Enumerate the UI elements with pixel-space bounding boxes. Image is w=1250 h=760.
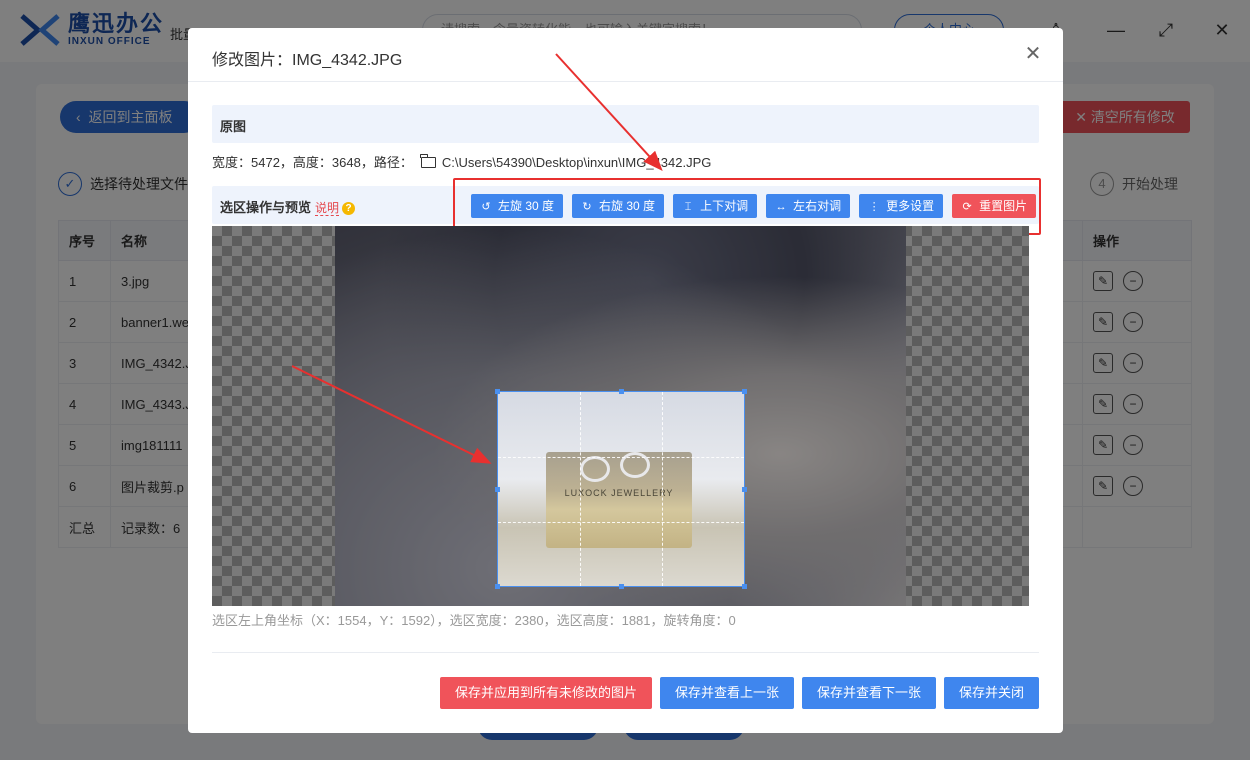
- section-label: 选区操作与预览 说明?: [220, 197, 356, 216]
- save-close-button[interactable]: 保存并关闭: [943, 677, 1039, 709]
- image-path: C:\Users\54390\Desktop\inxun\IMG_4342.JP…: [441, 155, 712, 170]
- divider: [188, 81, 1063, 82]
- resize-handle[interactable]: [619, 584, 624, 589]
- crop-content-image: LUXOCK JEWELLERY: [546, 452, 692, 548]
- explain-link[interactable]: 说明: [315, 201, 340, 216]
- save-prev-button[interactable]: 保存并查看上一张: [659, 677, 794, 709]
- crop-selection-box[interactable]: LUXOCK JEWELLERY: [495, 389, 747, 589]
- section-label: 原图: [220, 119, 247, 134]
- resize-handle[interactable]: [619, 389, 624, 394]
- resize-handle[interactable]: [495, 487, 500, 492]
- resize-handle[interactable]: [742, 487, 747, 492]
- dialog-title: 修改图片：IMG_4342.JPG: [212, 52, 403, 69]
- resize-handle[interactable]: [495, 584, 500, 589]
- original-section-header: 原图: [212, 105, 1039, 143]
- resize-handle[interactable]: [742, 389, 747, 394]
- image-dimensions: 宽度：5472，高度：3648，路径：: [212, 155, 413, 170]
- save-apply-all-button[interactable]: 保存并应用到所有未修改的图片: [439, 677, 652, 709]
- resize-handle[interactable]: [495, 389, 500, 394]
- edit-image-dialog: 修改图片：IMG_4342.JPG ✕ 原图 宽度：5472，高度：3648，路…: [188, 28, 1063, 733]
- crop-preview-canvas[interactable]: LUXOCK JEWELLERY: [212, 226, 1029, 606]
- save-next-button[interactable]: 保存并查看下一张: [801, 677, 936, 709]
- image-info: 宽度：5472，高度：3648，路径： C:\Users\54390\Deskto…: [212, 152, 711, 171]
- help-icon[interactable]: ?: [342, 202, 356, 215]
- box-label: LUXOCK JEWELLERY: [564, 488, 674, 498]
- folder-icon[interactable]: [420, 154, 436, 168]
- close-icon[interactable]: ✕: [1021, 42, 1045, 66]
- resize-handle[interactable]: [742, 584, 747, 589]
- dialog-footer: 保存并应用到所有未修改的图片 保存并查看上一张 保存并查看下一张 保存并关闭: [439, 677, 1039, 709]
- divider: [212, 652, 1039, 653]
- selection-info-text: 选区左上角坐标（X：1554，Y：1592），选区宽度：2380，选区高度：18…: [212, 613, 736, 628]
